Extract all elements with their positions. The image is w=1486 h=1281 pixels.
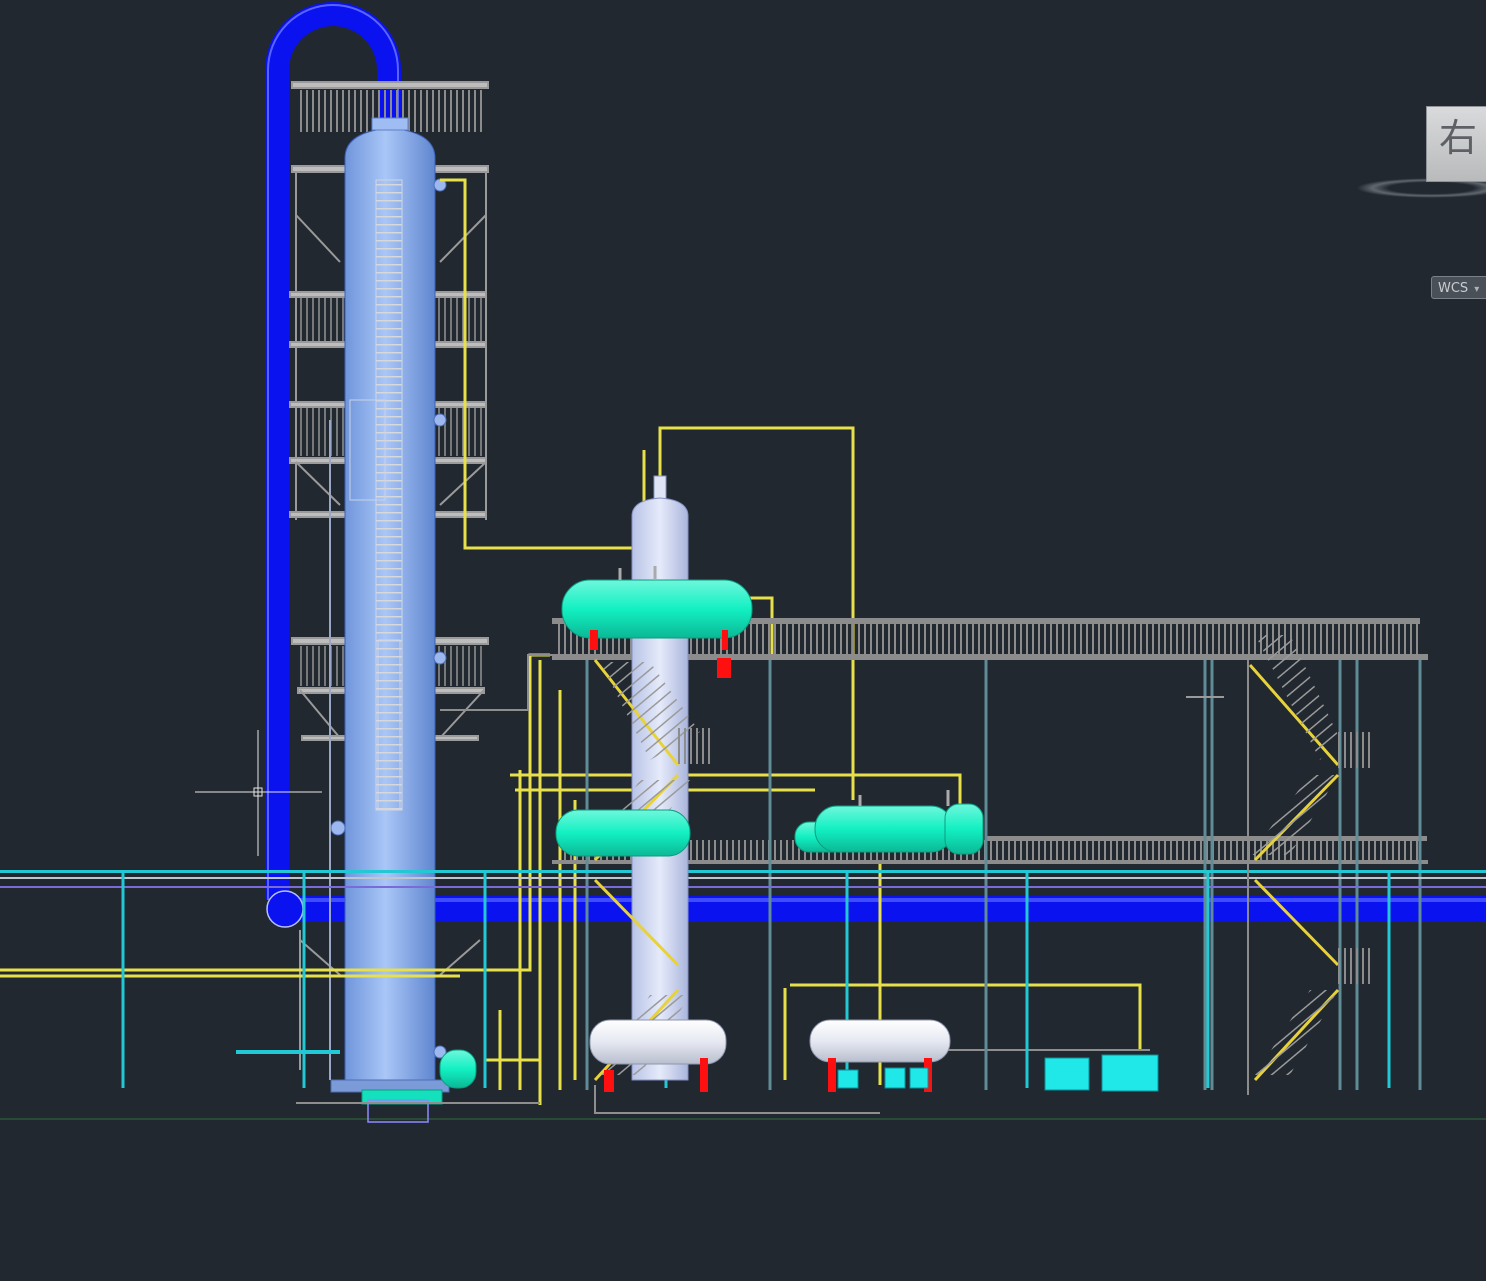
crosshair-cursor-icon — [195, 730, 322, 856]
model-viewport[interactable]: 右 WCS ▾ — [0, 0, 1486, 1281]
stair-rails-right — [1247, 635, 1374, 1095]
main-distillation-column[interactable] — [329, 117, 450, 1093]
viewcube-icon[interactable]: 右 — [1426, 106, 1486, 182]
drum-mid-left[interactable] — [555, 809, 691, 857]
ucs-menu-label: WCS — [1438, 281, 1469, 296]
main-header-highlight — [270, 898, 1486, 902]
receiver-right[interactable] — [809, 1019, 951, 1063]
plant-3d-model[interactable] — [0, 0, 1486, 1281]
chevron-down-icon: ▾ — [1474, 284, 1480, 295]
receiver-left[interactable] — [589, 1019, 727, 1065]
header-elbow — [266, 890, 304, 928]
viewcube-face-label[interactable]: 右 — [1439, 119, 1477, 157]
stripper-column[interactable] — [631, 450, 689, 1081]
ucs-menu[interactable]: WCS ▾ — [1431, 276, 1486, 299]
drum-mid-right[interactable] — [794, 790, 984, 855]
